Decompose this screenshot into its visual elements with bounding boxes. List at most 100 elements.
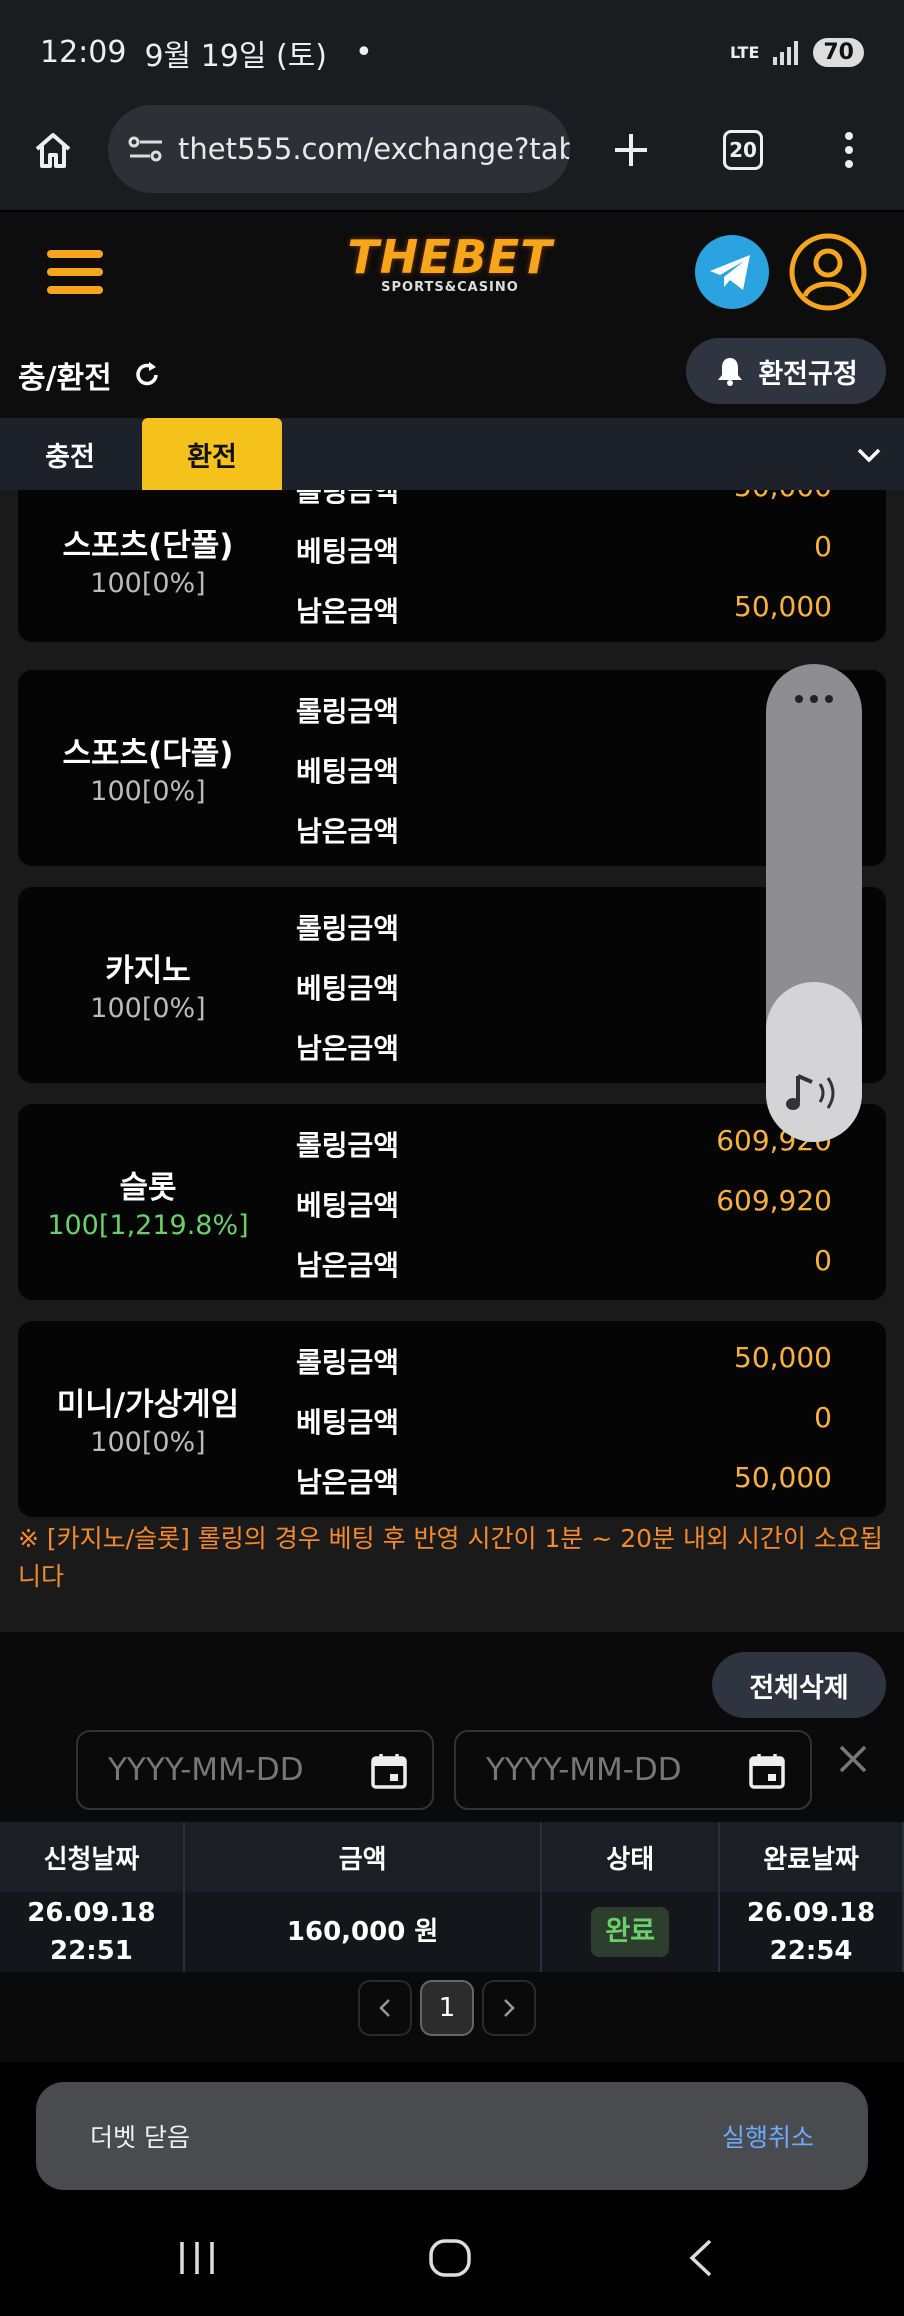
column-header: 신청날짜 [0,1822,185,1892]
remaining-label: 남은금액 [296,1032,400,1065]
done-time: 22:54 [769,1936,853,1966]
recent-apps-icon[interactable] [176,2238,218,2278]
status-dot: • [355,35,373,70]
card-name: 스포츠(다폴) [62,736,234,772]
remaining-value: 0 [814,1244,832,1277]
table-row: 26.09.18 22:51 160,000 원 완료 26.09.18 22:… [0,1892,904,1972]
clear-dates-icon[interactable] [838,1744,868,1774]
card-rate: 100[0%] [90,993,206,1024]
pagination: 1 [358,1980,536,2036]
card-rate: 100[0%] [90,776,206,807]
signal-icon [773,40,799,65]
site-logo[interactable]: THEBET SPORTS&CASINO [330,230,570,320]
column-header: 상태 [541,1822,721,1892]
lte-icon: LTE [729,42,760,62]
chevron-left-icon [379,1999,390,2017]
snackbar: 더벳 닫음 실행취소 [36,2082,868,2190]
home-icon[interactable] [28,125,78,175]
rolling-label: 롤링금액 [296,490,400,508]
exchange-rules-label: 환전규정 [758,358,858,390]
chevron-down-icon[interactable] [852,438,886,472]
exchange-history: 전체삭제 YYYY-MM-DD YYYY-MM-DD 신청날짜 금액 상태 완료… [0,1632,904,2062]
card-name: 스포츠(단폴) [62,528,234,564]
betting-label: 베팅금액 [296,535,400,568]
remaining-value: 50,000 [734,590,832,623]
site-settings-icon[interactable] [128,134,164,164]
tab-count: 20 [723,130,763,170]
refresh-icon[interactable] [132,360,162,390]
request-time: 22:51 [50,1936,133,1966]
system-nav-bar [0,2210,904,2316]
rolling-card-mini-game: 미니/가상게임 100[0%] 롤링금액 50,000 베팅금액 0 남은금액 … [18,1321,886,1517]
rolling-notice: ※ [카지노/슬롯] 롤링의 경우 베팅 후 반영 시간이 1분 ~ 20분 내… [18,1524,883,1591]
column-header: 완료날짜 [719,1822,904,1892]
betting-label: 베팅금액 [296,1406,400,1439]
bell-icon [718,358,743,386]
exchange-rules-button[interactable]: 환전규정 [686,338,886,404]
card-name: 슬롯 [119,1170,177,1206]
rolling-value: 50,000 [734,1341,832,1374]
undo-button[interactable]: 실행취소 [722,2118,814,2154]
history-table: 신청날짜 금액 상태 완료날짜 26.09.18 22:51 160,000 원… [0,1822,904,1972]
logo-text: THEBET [347,230,553,284]
rolling-label: 롤링금액 [296,1129,400,1162]
betting-label: 베팅금액 [296,755,400,788]
rolling-card-sports-single: 스포츠(단폴) 100[0%] 롤링금액 50,000 베팅금액 0 남은금액 … [18,490,886,642]
card-name: 미니/가상게임 [56,1387,240,1423]
column-header: 금액 [183,1822,543,1892]
volume-slider-handle[interactable] [766,982,862,1142]
rolling-label: 롤링금액 [296,912,400,945]
rolling-value: 50,000 [734,490,832,503]
betting-value: 0 [814,530,832,563]
request-date-cell: 26.09.18 22:51 [0,1892,185,1972]
calendar-icon[interactable] [370,1752,408,1790]
page-header: 충/환전 환전규정 [0,332,904,418]
user-profile-icon[interactable] [788,232,868,312]
card-rate: 100[1,219.8%] [47,1210,249,1241]
telegram-icon[interactable] [694,234,770,310]
end-date-input[interactable]: YYYY-MM-DD [454,1730,812,1810]
browser-toolbar: thet555.com/exchange?tab= 20 [0,105,904,210]
more-options-icon[interactable] [794,694,834,704]
betting-value: 609,920 [716,1184,832,1217]
chevron-right-icon [504,1999,515,2017]
card-rate: 100[0%] [90,568,206,599]
amount-cell: 160,000 원 [183,1892,543,1972]
status-cell: 완료 [541,1892,721,1972]
start-date-input[interactable]: YYYY-MM-DD [76,1730,434,1810]
address-bar[interactable]: thet555.com/exchange?tab= [108,105,570,193]
tab-bar: 충전 환전 [0,418,904,490]
home-nav-icon[interactable] [428,2238,472,2278]
hamburger-menu-icon[interactable] [42,242,108,302]
betting-label: 베팅금액 [296,1189,400,1222]
remaining-label: 남은금액 [296,1249,400,1282]
site-header: THEBET SPORTS&CASINO [0,212,904,332]
rolling-card-sports-multi: 스포츠(다폴) 100[0%] 롤링금액 50 베팅금액 남은금액 50 [18,670,886,866]
new-tab-icon[interactable] [606,125,656,175]
done-date-cell: 26.09.18 22:54 [719,1892,904,1972]
back-icon[interactable] [686,2238,716,2278]
rolling-card-slot: 슬롯 100[1,219.8%] 롤링금액 609,920 베팅금액 609,9… [18,1104,886,1300]
prev-page-button[interactable] [358,1980,412,2036]
battery-badge: 70 [813,38,864,67]
tab-deposit[interactable]: 충전 [0,418,140,490]
music-volume-icon [786,1074,835,1110]
calendar-icon[interactable] [748,1752,786,1790]
request-date: 26.09.18 [27,1898,156,1928]
remaining-label: 남은금액 [296,595,400,628]
status-bar: 12:09 9월 19일 (토) • LTE 70 [0,0,904,105]
status-badge: 완료 [591,1907,670,1957]
volume-panel[interactable] [766,664,862,1142]
url-text: thet555.com/exchange?tab= [178,132,570,166]
delete-all-button[interactable]: 전체삭제 [712,1652,886,1718]
tab-switcher-button[interactable]: 20 [718,125,768,175]
tab-withdraw[interactable]: 환전 [142,418,282,490]
rolling-label: 롤링금액 [296,695,400,728]
card-name: 카지노 [105,953,191,989]
rolling-label: 롤링금액 [296,1346,400,1379]
remaining-value: 50,000 [734,1461,832,1494]
page-button-current[interactable]: 1 [420,1980,474,2036]
remaining-label: 남은금액 [296,815,400,848]
more-menu-icon[interactable] [824,125,874,175]
next-page-button[interactable] [482,1980,536,2036]
